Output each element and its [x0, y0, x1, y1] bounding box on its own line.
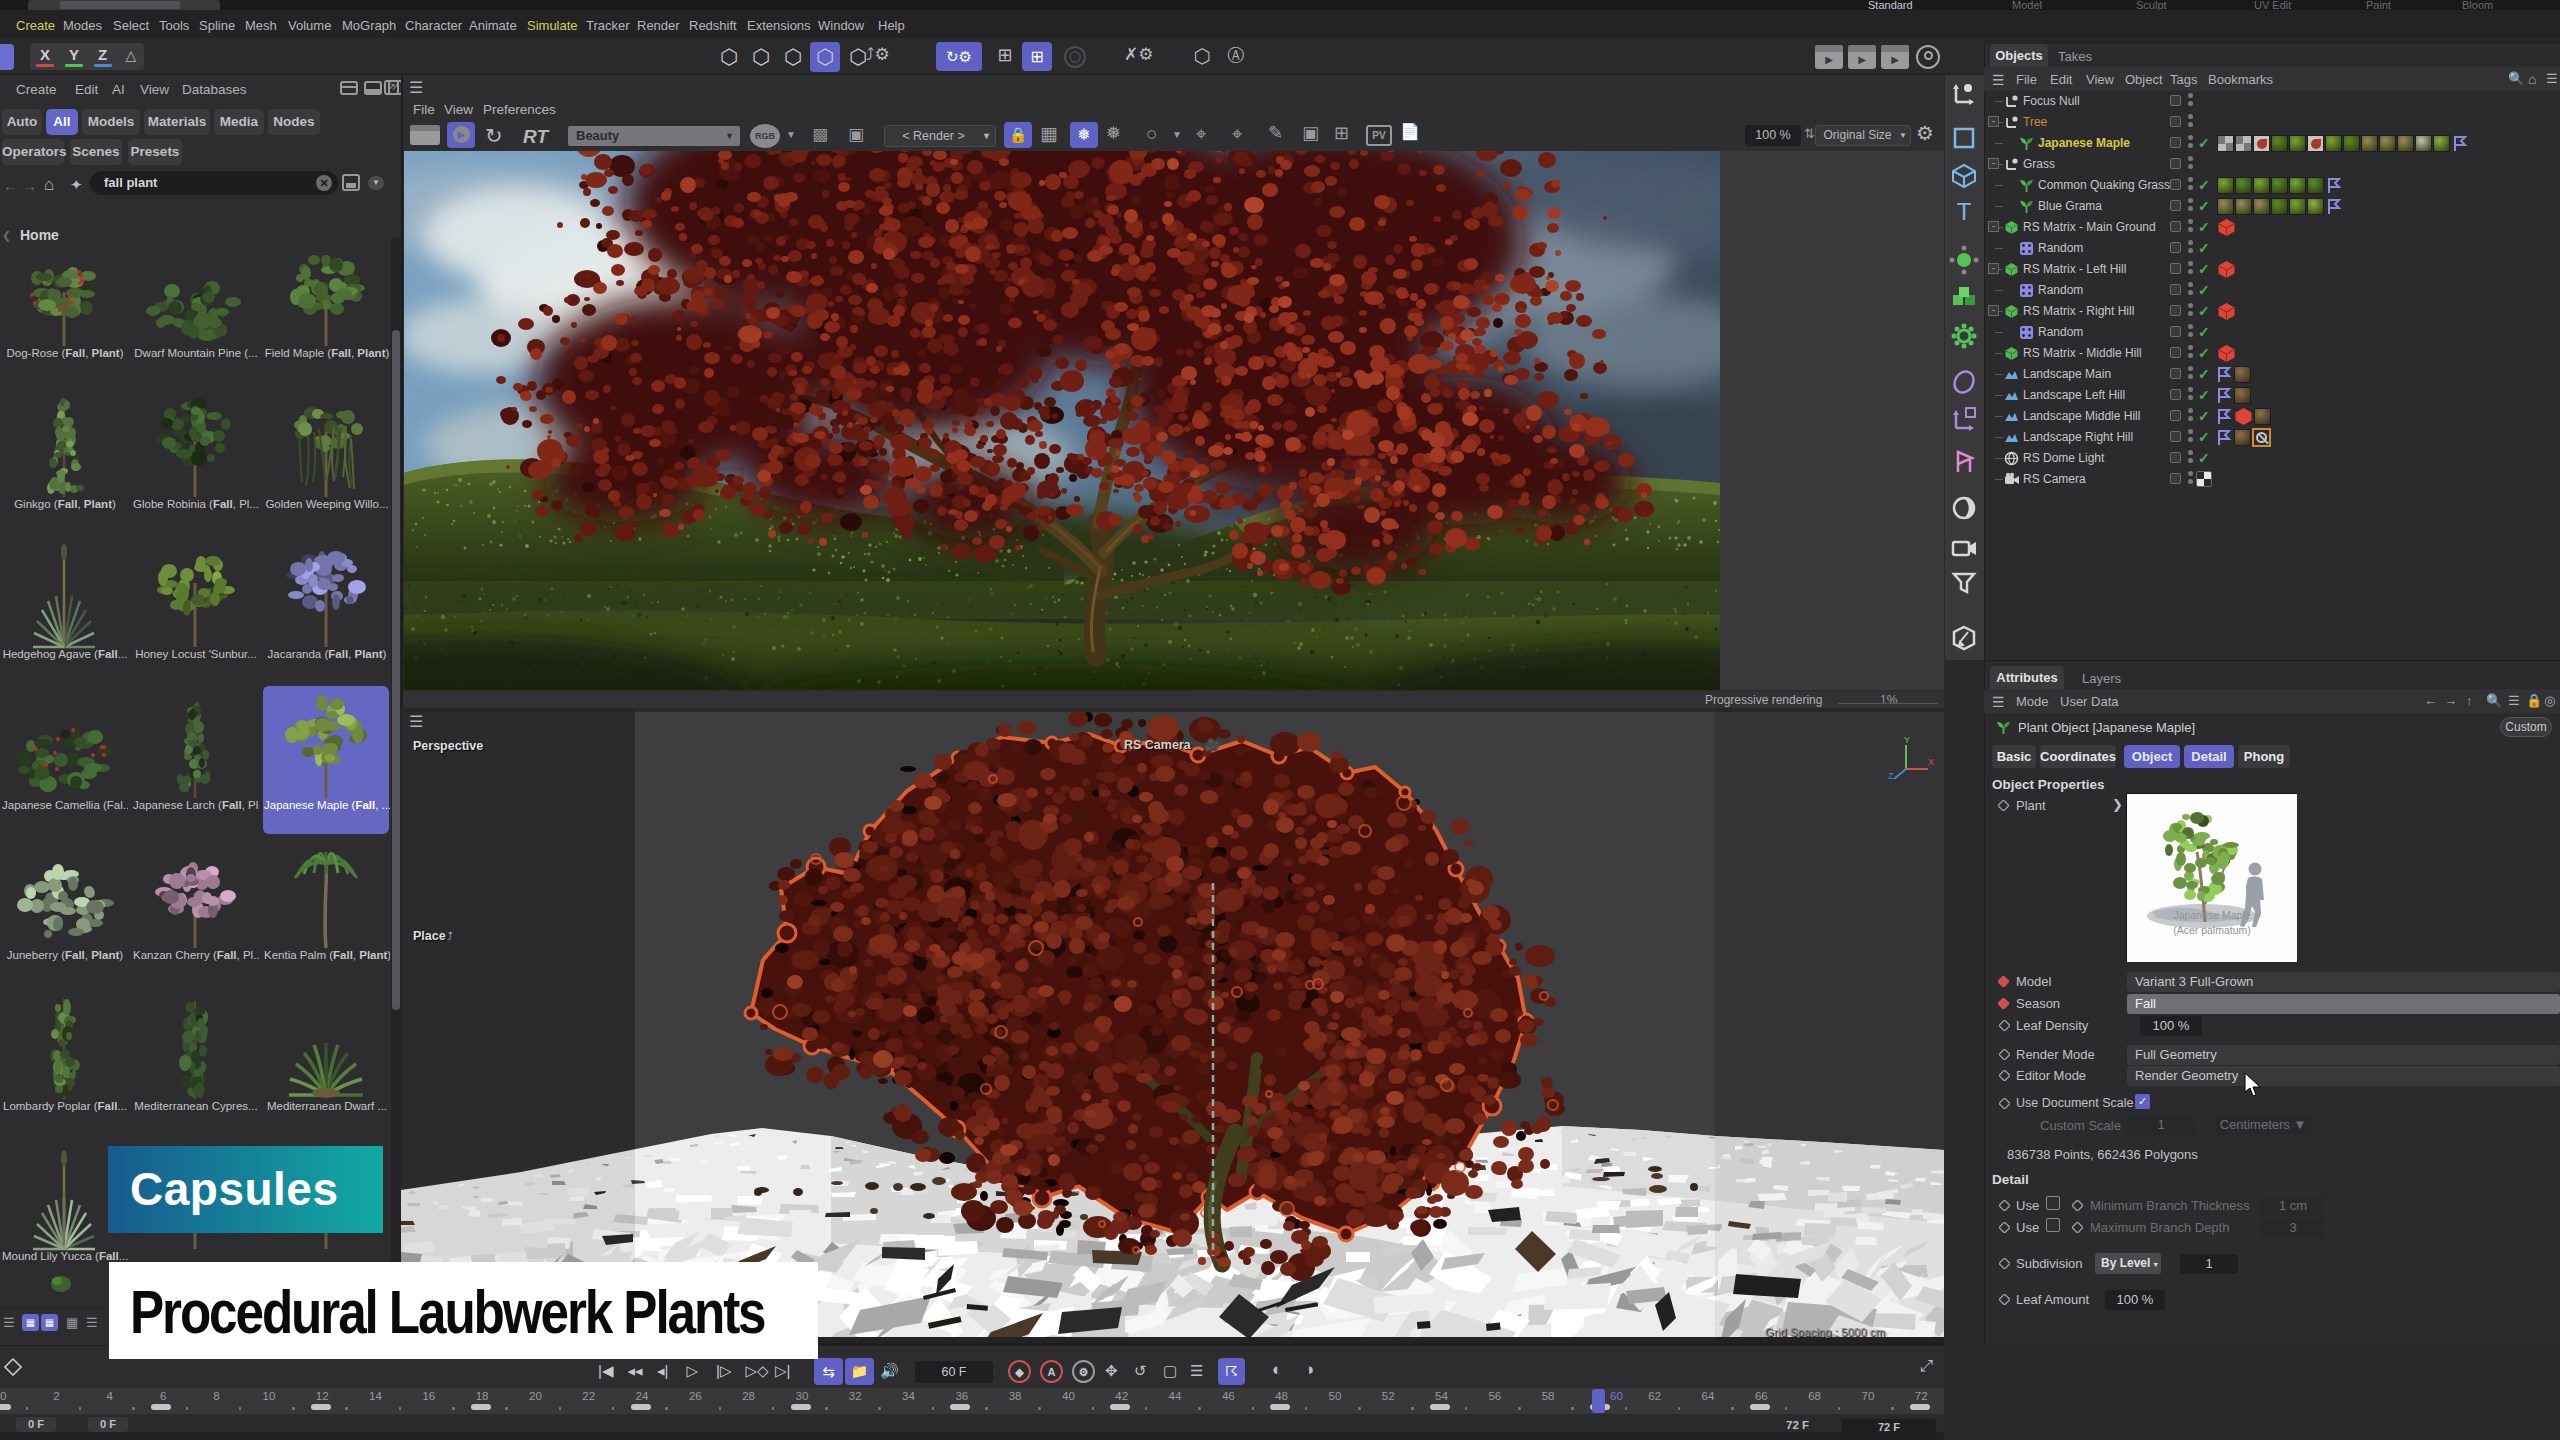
svg-text:(Acer palmatum): (Acer palmatum) [2173, 924, 2251, 936]
svg-text:X: X [1928, 757, 1934, 767]
svg-text:T: T [1957, 198, 1972, 225]
svg-text:Z: Z [1888, 771, 1894, 781]
svg-text:Japanese Maple: Japanese Maple [2173, 909, 2250, 921]
svg-text:Y: Y [1904, 735, 1910, 745]
